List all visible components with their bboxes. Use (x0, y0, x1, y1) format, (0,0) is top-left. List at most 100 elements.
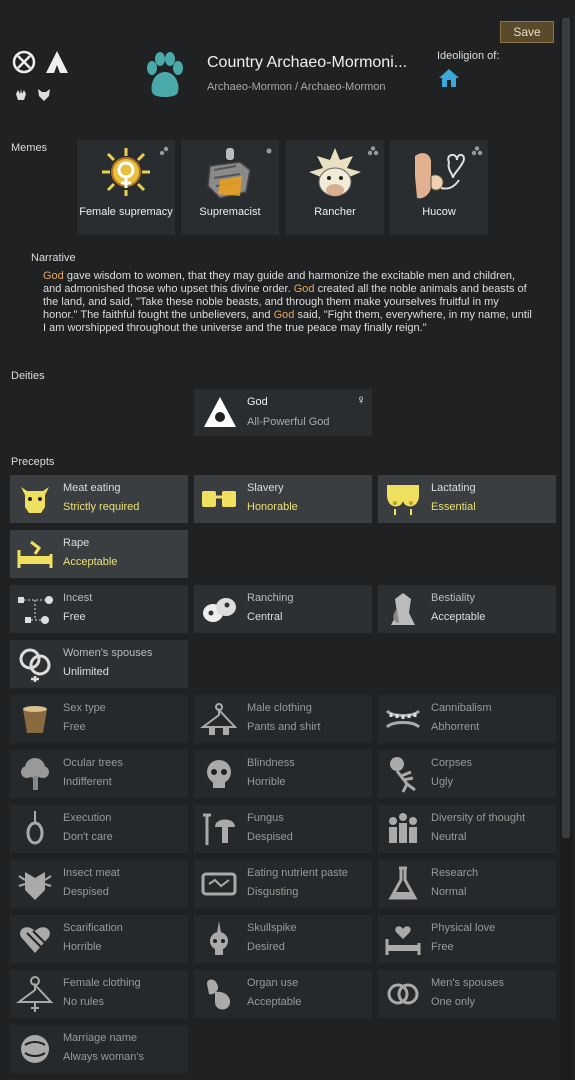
precept-card[interactable]: Female clothing No rules (10, 970, 188, 1018)
breasts-icon (387, 485, 419, 515)
skeleton-icon (390, 757, 416, 793)
precept-value: Normal (431, 886, 467, 898)
noose-icon (26, 811, 44, 845)
precept-card[interactable]: Fungus Despised (194, 805, 372, 853)
precept-value: Disgusting (247, 886, 299, 898)
rings-female-icon (19, 648, 51, 682)
precept-card[interactable]: Bestiality Acceptable (378, 585, 556, 633)
precept-value: Despised (247, 831, 293, 843)
precept-card[interactable]: Blindness Horrible (194, 750, 372, 798)
meme-card[interactable]: Hucow (390, 140, 488, 235)
precept-name: Physical love (431, 922, 496, 934)
love-bed-icon (385, 926, 421, 955)
flask-icon (388, 866, 418, 900)
precept-card[interactable]: Men's spouses One only (378, 970, 556, 1018)
organ-icon (207, 979, 231, 1010)
scrollbar-thumb[interactable] (562, 18, 570, 838)
page-title[interactable]: Country Archaeo-Mormoni... (207, 54, 407, 72)
paw-icon[interactable] (143, 52, 187, 98)
narrative-god: God (293, 283, 315, 295)
precept-value: Horrible (247, 776, 286, 788)
home-icon[interactable] (438, 67, 460, 89)
precept-value: Indifferent (63, 776, 112, 788)
precept-card[interactable]: Corpses Ugly (378, 750, 556, 798)
narrative-god: God (273, 309, 295, 321)
beast-icon (391, 593, 415, 625)
precept-card[interactable]: Execution Don't care (10, 805, 188, 853)
precept-value: Ugly (431, 776, 454, 788)
deity-triangle-icon (204, 397, 236, 427)
precept-name: Male clothing (247, 702, 312, 714)
precept-name: Meat eating (63, 482, 121, 494)
precept-value: Don't care (63, 831, 113, 843)
precept-card[interactable]: Physical love Free (378, 915, 556, 963)
precept-card[interactable]: Insect meat Despised (10, 860, 188, 908)
precept-value: Central (247, 611, 283, 623)
precept-card[interactable]: Diversity of thought Neutral (378, 805, 556, 853)
precept-card[interactable]: Incest Free (10, 585, 188, 633)
crossed-circle-icon[interactable] (12, 50, 36, 74)
precept-value: Free (63, 721, 86, 733)
precept-name: Incest (63, 592, 93, 604)
precept-card[interactable]: Meat eating Strictly required (10, 475, 188, 523)
narrative-god: God (43, 270, 64, 282)
precept-card[interactable]: Slavery Honorable (194, 475, 372, 523)
precept-name: Sex type (63, 702, 106, 714)
precept-name: Female clothing (63, 977, 141, 989)
animal-face-icon[interactable] (37, 88, 51, 102)
precept-value: Essential (431, 501, 476, 513)
precept-name: Men's spouses (431, 977, 505, 989)
hand-icon[interactable] (14, 88, 28, 102)
scrollbar[interactable] (560, 18, 572, 1080)
page-subtitle: Archaeo-Mormon / Archaeo-Mormon (207, 81, 386, 93)
precept-card[interactable]: Male clothing Pants and shirt (194, 695, 372, 743)
precept-name: Bestiality (431, 592, 476, 604)
precept-card[interactable]: Rape Acceptable (10, 530, 188, 578)
meme-label: Female supremacy (79, 206, 173, 218)
precept-card[interactable]: Organ use Acceptable (194, 970, 372, 1018)
precept-card[interactable]: Scarification Horrible (10, 915, 188, 963)
precept-value: Strictly required (63, 501, 140, 513)
paste-icon (201, 872, 237, 896)
marriage-name-icon (21, 1035, 49, 1063)
precept-card[interactable]: Eating nutrient paste Disgusting (194, 860, 372, 908)
family-tree-icon (18, 596, 53, 624)
precept-card[interactable]: Research Normal (378, 860, 556, 908)
memes-label: Memes (11, 142, 48, 154)
precept-card[interactable]: Ranching Central (194, 585, 372, 633)
deity-card[interactable]: God All-Powerful God ♀ (194, 389, 372, 436)
meme-card[interactable]: Rancher (286, 140, 384, 235)
precept-card[interactable]: Skullspike Desired (194, 915, 372, 963)
female-sun-icon (102, 148, 150, 196)
tree-icon (21, 758, 49, 790)
hanger-female-icon (16, 976, 54, 1012)
precept-value: No rules (63, 996, 104, 1008)
meme-info-dots (367, 145, 379, 156)
precept-card[interactable]: Lactating Essential (378, 475, 556, 523)
meme-label: Hucow (422, 206, 456, 218)
save-button[interactable]: Save (500, 21, 554, 43)
precept-card[interactable]: Women's spouses Unlimited (10, 640, 188, 688)
meme-info-dots (262, 145, 274, 155)
meme-card[interactable]: Female supremacy (77, 140, 175, 235)
precept-value: Free (63, 611, 86, 623)
scar-heart-icon (20, 927, 50, 953)
precept-value: Horrible (63, 941, 102, 953)
female-symbol-icon: ♀ (356, 392, 366, 407)
precept-name: Execution (63, 812, 112, 824)
precept-value: Neutral (431, 831, 467, 843)
meme-card[interactable]: Supremacist (181, 140, 279, 235)
insect-icon (18, 872, 52, 900)
precept-card[interactable]: Marriage name Always woman's (10, 1025, 188, 1073)
precept-value: Acceptable (63, 556, 118, 568)
bed-icon (17, 540, 53, 568)
tent-icon[interactable] (45, 50, 69, 74)
cow-icon (309, 148, 361, 197)
precept-card[interactable]: Cannibalism Abhorrent (378, 695, 556, 743)
precept-card[interactable]: Sex type Free (10, 695, 188, 743)
deity-name: God (247, 396, 268, 408)
narrative-text[interactable]: God gave wisdom to women, that they may … (43, 270, 533, 335)
precept-name: Lactating (431, 482, 476, 494)
precept-card[interactable]: Ocular trees Indifferent (10, 750, 188, 798)
precept-name: Research (431, 867, 479, 879)
